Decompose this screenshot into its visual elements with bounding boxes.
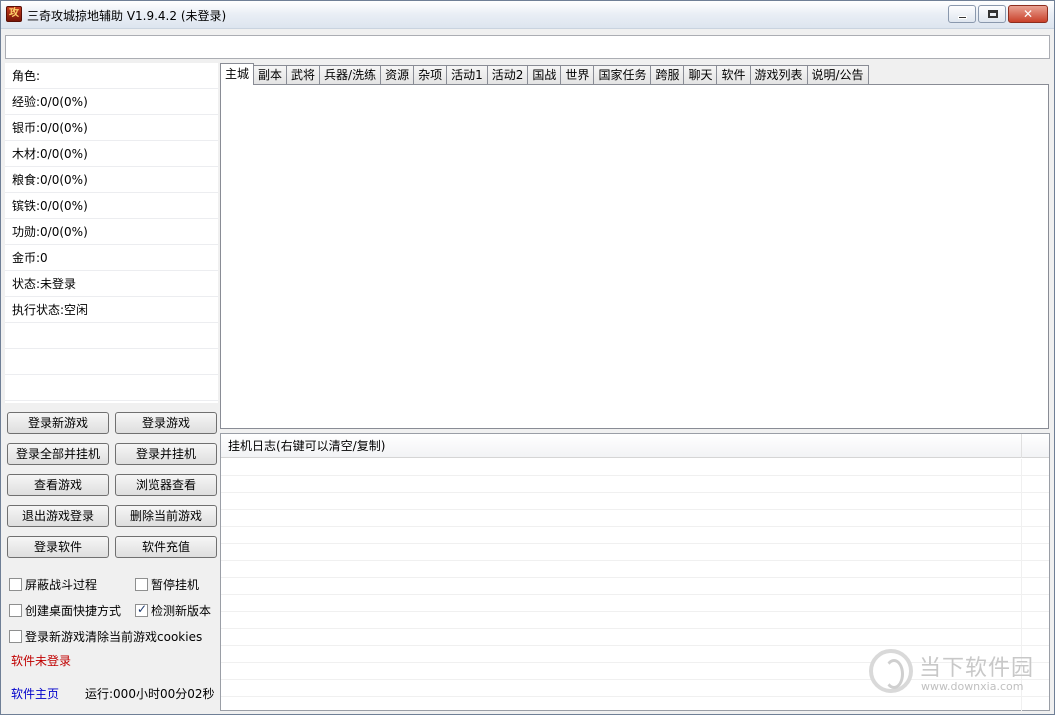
title-bar[interactable]: 攻 三奇攻城掠地辅助 V1.9.4.2 (未登录) ✕ bbox=[1, 1, 1054, 29]
tab-misc[interactable]: 杂项 bbox=[413, 65, 448, 85]
software-login-status: 软件未登录 bbox=[11, 654, 72, 668]
tab-weapons[interactable]: 兵器/洗练 bbox=[319, 65, 382, 85]
tab-game-list[interactable]: 游戏列表 bbox=[749, 65, 808, 85]
checkbox-box[interactable] bbox=[135, 578, 148, 591]
watermark-name: 当下软件园 bbox=[919, 656, 1035, 681]
info-role: 角色: bbox=[5, 63, 218, 89]
tab-chat[interactable]: 聊天 bbox=[683, 65, 718, 85]
info-exec-status: 执行状态:空闲 bbox=[5, 297, 218, 323]
runtime-counter: 运行:000小时00分02秒 bbox=[85, 687, 215, 701]
info-empty-row bbox=[5, 323, 218, 349]
address-input[interactable] bbox=[5, 35, 1050, 59]
info-gold: 金币:0 bbox=[5, 245, 218, 271]
log-header: 挂机日志(右键可以清空/复制) bbox=[221, 434, 1049, 458]
software-recharge-button[interactable]: 软件充值 bbox=[115, 536, 217, 558]
login-new-game-button[interactable]: 登录新游戏 bbox=[7, 412, 109, 434]
checkbox-box[interactable] bbox=[9, 630, 22, 643]
minimize-button[interactable] bbox=[948, 5, 976, 23]
log-row bbox=[221, 544, 1049, 561]
info-status: 状态:未登录 bbox=[5, 271, 218, 297]
view-game-button[interactable]: 查看游戏 bbox=[7, 474, 109, 496]
info-merit: 功勋:0/0(0%) bbox=[5, 219, 218, 245]
info-food: 粮食:0/0(0%) bbox=[5, 167, 218, 193]
tab-cross-server[interactable]: 跨服 bbox=[650, 65, 685, 85]
close-button[interactable]: ✕ bbox=[1008, 5, 1048, 23]
checkbox-label: 暂停挂机 bbox=[151, 578, 200, 592]
minimize-icon bbox=[958, 16, 967, 19]
info-iron: 镔铁:0/0(0%) bbox=[5, 193, 218, 219]
tab-event-1[interactable]: 活动1 bbox=[446, 65, 488, 85]
checkbox-label: 登录新游戏清除当前游戏cookies bbox=[25, 630, 203, 644]
browser-view-button[interactable]: 浏览器查看 bbox=[115, 474, 217, 496]
watermark-logo-icon bbox=[869, 649, 913, 693]
info-empty-row bbox=[5, 375, 218, 401]
tab-generals[interactable]: 武将 bbox=[286, 65, 321, 85]
info-silver: 银币:0/0(0%) bbox=[5, 115, 218, 141]
tab-software[interactable]: 软件 bbox=[716, 65, 751, 85]
pause-idle-checkbox[interactable]: 暂停挂机 bbox=[135, 576, 199, 593]
watermark: 当下软件园 www.downxia.com bbox=[869, 645, 1039, 701]
info-experience: 经验:0/0(0%) bbox=[5, 89, 218, 115]
log-row bbox=[221, 561, 1049, 578]
log-header-label: 挂机日志(右键可以清空/复制) bbox=[228, 439, 386, 453]
tab-national-war[interactable]: 国战 bbox=[527, 65, 562, 85]
delete-game-button[interactable]: 删除当前游戏 bbox=[115, 505, 217, 527]
close-icon: ✕ bbox=[1022, 7, 1034, 21]
log-row bbox=[221, 578, 1049, 595]
log-row bbox=[221, 510, 1049, 527]
log-row bbox=[221, 476, 1049, 493]
desktop-shortcut-checkbox[interactable]: 创建桌面快捷方式 bbox=[9, 602, 121, 619]
login-game-button[interactable]: 登录游戏 bbox=[115, 412, 217, 434]
tab-national-tasks[interactable]: 国家任务 bbox=[593, 65, 652, 85]
tab-event-2[interactable]: 活动2 bbox=[486, 65, 529, 85]
hide-battle-checkbox[interactable]: 屏蔽战斗过程 bbox=[9, 576, 97, 593]
window-title: 三奇攻城掠地辅助 V1.9.4.2 (未登录) bbox=[27, 9, 227, 23]
info-wood: 木材:0/0(0%) bbox=[5, 141, 218, 167]
clear-cookies-checkbox[interactable]: 登录新游戏清除当前游戏cookies bbox=[9, 628, 202, 645]
login-all-idle-button[interactable]: 登录全部并挂机 bbox=[7, 443, 109, 465]
tab-world[interactable]: 世界 bbox=[560, 65, 595, 85]
checkbox-box[interactable] bbox=[135, 602, 148, 617]
checkbox-label: 创建桌面快捷方式 bbox=[25, 604, 122, 618]
log-row bbox=[221, 493, 1049, 510]
maximize-icon bbox=[988, 10, 998, 18]
log-row bbox=[221, 459, 1049, 476]
checkbox-label: 检测新版本 bbox=[151, 604, 212, 618]
column-divider bbox=[1021, 434, 1022, 458]
tab-notice[interactable]: 说明/公告 bbox=[806, 65, 869, 85]
checkbox-label: 屏蔽战斗过程 bbox=[25, 578, 98, 592]
watermark-url: www.downxia.com bbox=[921, 680, 1024, 693]
log-row bbox=[221, 629, 1049, 646]
window-controls: ✕ bbox=[948, 5, 1048, 23]
info-empty-row bbox=[5, 349, 218, 375]
login-software-button[interactable]: 登录软件 bbox=[7, 536, 109, 558]
log-row bbox=[221, 595, 1049, 612]
tab-dungeon[interactable]: 副本 bbox=[253, 65, 288, 85]
app-window: 攻 三奇攻城掠地辅助 V1.9.4.2 (未登录) ✕ 角色: 经验:0/0(0… bbox=[0, 0, 1055, 715]
logout-game-button[interactable]: 退出游戏登录 bbox=[7, 505, 109, 527]
app-logo-icon: 攻 bbox=[6, 6, 22, 22]
login-idle-button[interactable]: 登录并挂机 bbox=[115, 443, 217, 465]
account-info-panel: 角色: 经验:0/0(0%) 银币:0/0(0%) 木材:0/0(0%) 粮食:… bbox=[5, 63, 218, 403]
tab-strip: 主城 副本 武将 兵器/洗练 资源 杂项 活动1 活动2 国战 世界 国家任务 … bbox=[220, 63, 869, 85]
function-tabs: 主城 副本 武将 兵器/洗练 资源 杂项 活动1 活动2 国战 世界 国家任务 … bbox=[220, 63, 1050, 429]
tab-content-panel bbox=[220, 84, 1049, 429]
log-row bbox=[221, 612, 1049, 629]
log-row bbox=[221, 527, 1049, 544]
maximize-button[interactable] bbox=[978, 5, 1006, 23]
checkbox-box[interactable] bbox=[9, 604, 22, 617]
check-version-checkbox[interactable]: 检测新版本 bbox=[135, 602, 211, 619]
checkbox-box[interactable] bbox=[9, 578, 22, 591]
tab-main-city[interactable]: 主城 bbox=[220, 63, 255, 85]
tab-resources[interactable]: 资源 bbox=[380, 65, 415, 85]
software-home-link[interactable]: 软件主页 bbox=[11, 685, 59, 702]
